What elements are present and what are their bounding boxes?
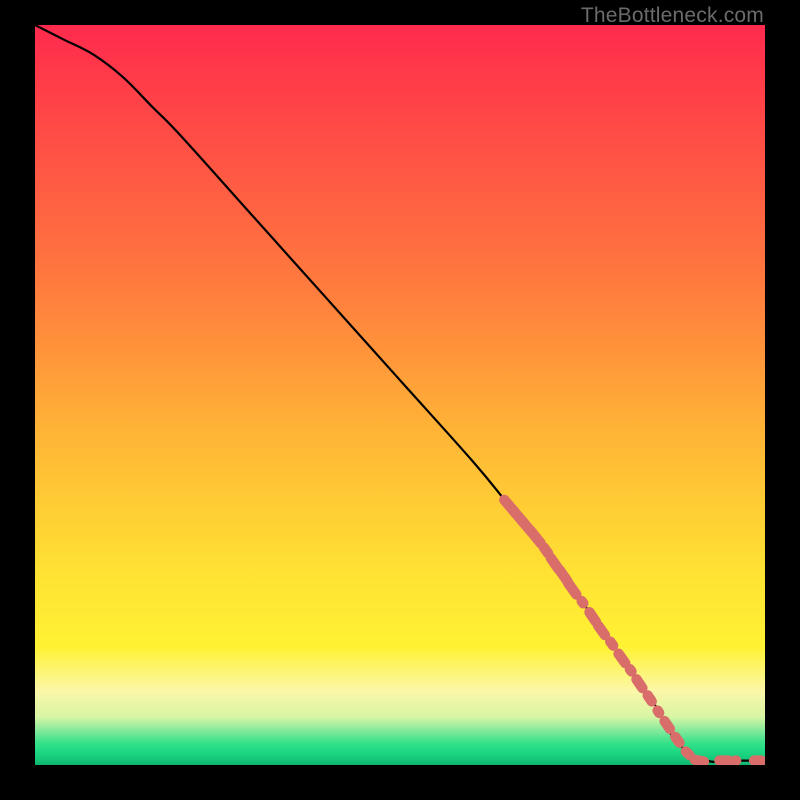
- curve-layer: [35, 25, 765, 765]
- plot-area: [35, 25, 765, 765]
- highlighted-segment: [497, 493, 765, 765]
- marker-capsule: [749, 755, 765, 765]
- bottleneck-curve: [35, 25, 765, 762]
- marker-capsule: [730, 755, 741, 765]
- chart-frame: TheBottleneck.com: [0, 0, 800, 800]
